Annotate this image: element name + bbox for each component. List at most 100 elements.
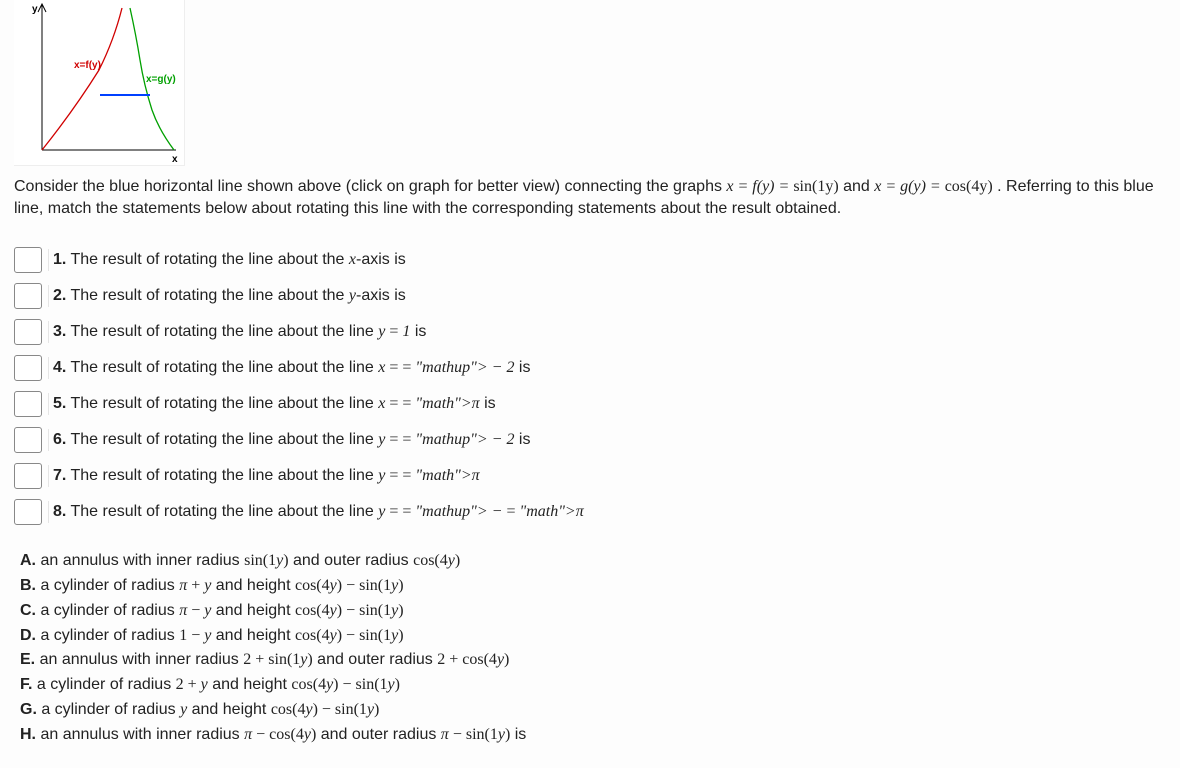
question-row: 6. The result of rotating the line about… <box>14 427 1166 453</box>
intro-a: Consider the blue horizontal line shown … <box>14 178 726 195</box>
answer-input-1[interactable] <box>14 247 42 273</box>
question-pre: The result of rotating the line about th… <box>66 323 378 340</box>
answer-row: A. an annulus with inner radius sin(1y) … <box>20 549 1166 574</box>
answer-math-1: 2 + y <box>176 676 208 693</box>
question-pre: The result of rotating the line about th… <box>66 287 349 304</box>
graph-svg: y x x=f(y) x=g(y) <box>14 0 184 165</box>
y-axis-label: y <box>32 4 38 15</box>
question-number: 3. <box>53 323 66 340</box>
question-text: 4. The result of rotating the line about… <box>48 357 530 379</box>
curve-g-label: x=g(y) <box>146 74 176 85</box>
answer-label: A. <box>20 552 36 569</box>
question-post: -axis is <box>356 287 406 304</box>
question-math: y = 1 <box>378 323 410 340</box>
question-text: 5. The result of rotating the line about… <box>48 393 496 415</box>
answer-mid: and height <box>211 627 295 644</box>
answer-math-2: cos(4y) − sin(1y) <box>271 701 380 718</box>
answer-pre: a cylinder of radius <box>32 676 175 693</box>
question-row: 5. The result of rotating the line about… <box>14 391 1166 417</box>
answer-label: E. <box>20 651 35 668</box>
answer-math-2: cos(4y) − sin(1y) <box>295 627 404 644</box>
answer-pre: a cylinder of radius <box>37 701 180 718</box>
answer-row: H. an annulus with inner radius π − cos(… <box>20 723 1166 748</box>
x-axis-label: x <box>172 154 178 165</box>
question-pre: The result of rotating the line about th… <box>66 395 378 412</box>
question-row: 3. The result of rotating the line about… <box>14 319 1166 345</box>
intro-b: and <box>843 178 874 195</box>
answer-label: F. <box>20 676 32 693</box>
answer-input-3[interactable] <box>14 319 42 345</box>
question-number: 8. <box>53 503 66 520</box>
answer-math-2: cos(4y) − sin(1y) <box>295 577 404 594</box>
answer-input-5[interactable] <box>14 391 42 417</box>
answer-row: G. a cylinder of radius y and height cos… <box>20 698 1166 723</box>
question-number: 7. <box>53 467 66 484</box>
question-post: is <box>514 359 530 376</box>
answer-mid: and outer radius <box>289 552 414 569</box>
answer-mid: and height <box>208 676 292 693</box>
answer-pre: a cylinder of radius <box>36 577 179 594</box>
question-number: 5. <box>53 395 66 412</box>
question-pre: The result of rotating the line about th… <box>66 251 349 268</box>
question-row: 1. The result of rotating the line about… <box>14 247 1166 273</box>
answer-mid: and height <box>187 701 271 718</box>
intro-eq2: x = g(y) = cos(4y) <box>874 178 992 195</box>
question-text: 7. The result of rotating the line about… <box>48 465 480 487</box>
answer-pre: a cylinder of radius <box>36 627 179 644</box>
answer-row: C. a cylinder of radius π − y and height… <box>20 599 1166 624</box>
question-text: 1. The result of rotating the line about… <box>48 249 406 271</box>
answer-math-2: cos(4y) <box>413 552 460 569</box>
question-number: 6. <box>53 431 66 448</box>
question-text: 8. The result of rotating the line about… <box>48 501 584 523</box>
answer-math-2: cos(4y) − sin(1y) <box>291 676 400 693</box>
answer-row: D. a cylinder of radius 1 − y and height… <box>20 624 1166 649</box>
question-text: 3. The result of rotating the line about… <box>48 321 426 343</box>
answer-input-2[interactable] <box>14 283 42 309</box>
answer-input-7[interactable] <box>14 463 42 489</box>
answer-label: B. <box>20 577 36 594</box>
question-pre: The result of rotating the line about th… <box>66 359 378 376</box>
answer-mid: and outer radius <box>313 651 438 668</box>
graph-figure[interactable]: y x x=f(y) x=g(y) <box>14 0 185 166</box>
question-text: 6. The result of rotating the line about… <box>48 429 530 451</box>
question-math: x = = "mathup"> − 2 <box>378 359 514 376</box>
answer-label: C. <box>20 602 36 619</box>
question-math: x = = "math">π <box>378 395 479 412</box>
question-row: 4. The result of rotating the line about… <box>14 355 1166 381</box>
answer-math-1: π + y <box>179 577 211 594</box>
answer-math-1: π − y <box>179 602 211 619</box>
answer-mid: and outer radius <box>316 726 441 743</box>
answer-row: B. a cylinder of radius π + y and height… <box>20 574 1166 599</box>
question-math: y <box>349 287 356 304</box>
curve-f-label: x=f(y) <box>74 60 101 71</box>
question-number: 1. <box>53 251 66 268</box>
answer-math-1: 2 + sin(1y) <box>243 651 312 668</box>
question-post: is <box>514 431 530 448</box>
answer-pre: an annulus with inner radius <box>35 651 243 668</box>
question-row: 7. The result of rotating the line about… <box>14 463 1166 489</box>
question-list: 1. The result of rotating the line about… <box>0 229 1180 541</box>
question-pre: The result of rotating the line about th… <box>66 431 378 448</box>
answer-pre: a cylinder of radius <box>36 602 179 619</box>
answer-math-1: sin(1y) <box>244 552 288 569</box>
question-pre: The result of rotating the line about th… <box>66 467 378 484</box>
answer-row: E. an annulus with inner radius 2 + sin(… <box>20 648 1166 673</box>
answer-math-1: π − cos(4y) <box>244 726 316 743</box>
question-math: y = = "mathup"> − = "math">π <box>378 503 583 520</box>
question-row: 8. The result of rotating the line about… <box>14 499 1166 525</box>
question-post: is <box>480 395 496 412</box>
answer-math-2: cos(4y) − sin(1y) <box>295 602 404 619</box>
answer-label: H. <box>20 726 36 743</box>
answer-post: is <box>510 726 526 743</box>
question-math: x <box>349 251 356 268</box>
answer-input-6[interactable] <box>14 427 42 453</box>
answer-input-8[interactable] <box>14 499 42 525</box>
answer-list: A. an annulus with inner radius sin(1y) … <box>0 541 1180 747</box>
question-post: -axis is <box>356 251 406 268</box>
answer-mid: and height <box>211 602 295 619</box>
answer-label: D. <box>20 627 36 644</box>
question-post: is <box>410 323 426 340</box>
question-row: 2. The result of rotating the line about… <box>14 283 1166 309</box>
question-math: y = = "mathup"> − 2 <box>378 431 514 448</box>
answer-input-4[interactable] <box>14 355 42 381</box>
